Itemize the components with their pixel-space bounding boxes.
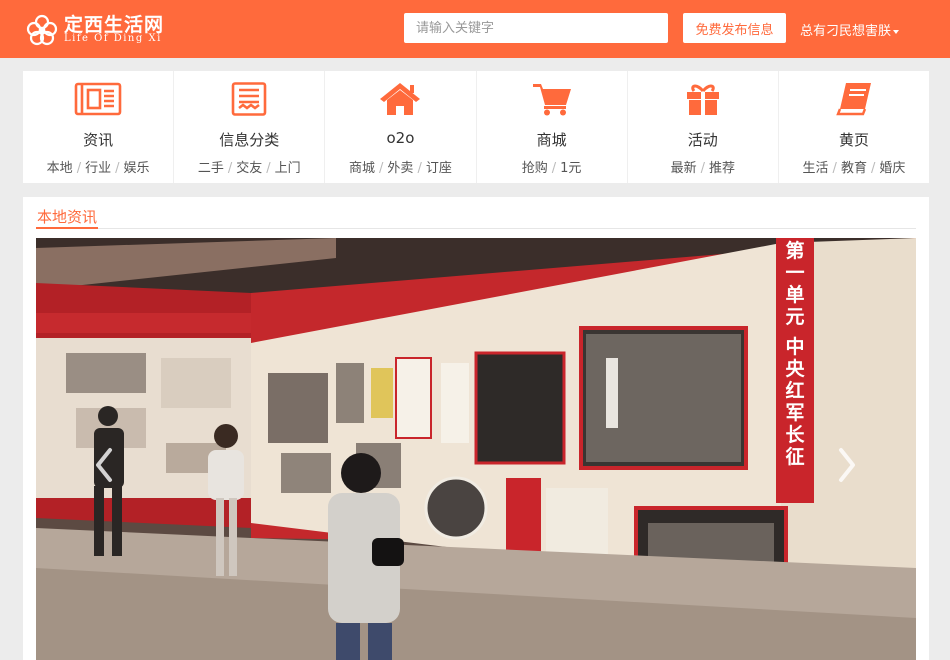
separator: / (700, 161, 705, 176)
nav-link[interactable]: 婚庆 (879, 161, 905, 176)
user-name: 总有刁民想害朕 (800, 24, 892, 39)
carousel-next-arrow[interactable] (829, 440, 865, 490)
nav-link[interactable]: 本地 (47, 161, 73, 176)
news-carousel[interactable]: 第一单元 中央红军长征 (36, 238, 916, 660)
nav-sublinks: 本地 / 行业 / 娱乐 (23, 157, 173, 176)
nav-title[interactable]: 黄页 (779, 129, 929, 150)
banner-unit: 第一单元 (785, 240, 805, 328)
local-news-section: 本地资讯 第一单元 中央红军长征 (23, 197, 929, 660)
separator: / (227, 161, 233, 176)
separator: / (76, 161, 82, 176)
nav-link[interactable]: 二手 (198, 161, 224, 176)
separator: / (551, 161, 557, 176)
publish-free-button[interactable]: 免费发布信息 (683, 13, 786, 43)
nav-link[interactable]: 商城 (349, 161, 375, 176)
home-icon[interactable] (376, 82, 424, 116)
separator: / (832, 161, 837, 176)
section-title-tab[interactable]: 本地资讯 (36, 206, 99, 229)
banner-theme: 中央红军长征 (785, 336, 805, 468)
nav-title[interactable]: 信息分类 (174, 129, 324, 150)
nav-link[interactable]: 上门 (275, 161, 301, 176)
site-logo[interactable]: 定西生活网 Life Of Ding Xi (26, 12, 176, 48)
news-icon[interactable] (74, 82, 122, 116)
nav-sublinks: 二手 / 交友 / 上门 (174, 157, 324, 176)
caret-down-icon (893, 29, 900, 34)
nav-title[interactable]: 资讯 (23, 129, 173, 150)
classified-icon[interactable] (225, 82, 273, 116)
nav-link[interactable]: 交友 (236, 161, 262, 176)
separator: / (115, 161, 120, 176)
nav-item-news: 资讯 本地 / 行业 / 娱乐 (23, 71, 175, 183)
top-header: 定西生活网 Life Of Ding Xi 免费发布信息 总有刁民想害朕 (0, 0, 950, 58)
section-header: 本地资讯 (36, 206, 916, 229)
nav-link[interactable]: 1元 (560, 161, 581, 176)
category-nav: 资讯 本地 / 行业 / 娱乐 信息分类 二手 / 交友 / 上门 o2o 商城 / 外卖 / 订座 (23, 71, 929, 183)
separator: / (870, 161, 876, 176)
nav-link[interactable]: 教育 (841, 161, 867, 176)
nav-link[interactable]: 推荐 (709, 161, 735, 176)
nav-title[interactable]: 活动 (628, 129, 778, 150)
separator: / (417, 161, 422, 176)
nav-title[interactable]: 商城 (477, 129, 627, 150)
nav-sublinks: 商城 / 外卖 / 订座 (325, 157, 475, 176)
gift-icon[interactable] (679, 82, 727, 116)
nav-link[interactable]: 娱乐 (123, 161, 149, 176)
chevron-right-icon (839, 448, 855, 482)
nav-item-classified: 信息分类 二手 / 交友 / 上门 (174, 71, 326, 183)
nav-link[interactable]: 外卖 (387, 161, 413, 176)
nav-item-yellow-pages: 黄页 生活 / 教育 / 婚庆 (779, 71, 929, 183)
logo-subtitle: Life Of Ding Xi (64, 33, 162, 44)
nav-link[interactable]: 最新 (671, 161, 697, 176)
nav-sublinks: 最新 / 推荐 (628, 157, 778, 176)
carousel-prev-arrow[interactable] (86, 440, 122, 490)
exhibit-banner-text: 第一单元 中央红军长征 (780, 240, 810, 468)
nav-link[interactable]: 生活 (803, 161, 829, 176)
nav-item-mall: 商城 抢购/1元 (477, 71, 628, 183)
nav-sublinks: 抢购/1元 (477, 157, 627, 176)
separator: / (266, 161, 271, 176)
nav-item-o2o: o2o 商城 / 外卖 / 订座 (325, 71, 477, 183)
nav-link[interactable]: 抢购 (522, 161, 548, 176)
separator: / (379, 161, 384, 176)
nav-link[interactable]: 订座 (426, 161, 452, 176)
chevron-left-icon (96, 448, 112, 482)
flower-logo-icon (26, 14, 58, 46)
nav-item-events: 活动 最新 / 推荐 (628, 71, 779, 183)
search-input[interactable] (404, 13, 668, 43)
nav-sublinks: 生活 / 教育 / 婚庆 (779, 157, 929, 176)
nav-title[interactable]: o2o (325, 129, 475, 147)
nav-link[interactable]: 行业 (85, 161, 111, 176)
cart-icon[interactable] (528, 82, 576, 116)
book-icon[interactable] (830, 82, 878, 116)
user-menu[interactable]: 总有刁民想害朕 (800, 20, 900, 39)
